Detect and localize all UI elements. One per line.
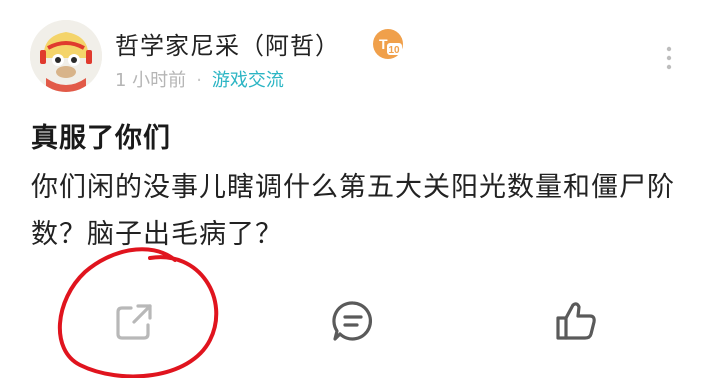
post-meta: 1 小时前 · 游戏交流 [115,66,284,92]
author-avatar[interactable] [30,20,102,92]
post-card: 哲学家尼采（阿哲） T 10 1 小时前 · 游戏交流 真服了你们 你们闲的没事儿瞎… [0,0,717,378]
comment-icon[interactable] [330,298,376,344]
share-icon[interactable] [112,298,158,344]
avatar-image [30,20,102,92]
thumbs-up-icon[interactable] [553,298,599,344]
author-name[interactable]: 哲学家尼采（阿哲） [115,26,340,61]
post-body: 你们闲的没事儿瞎调什么第五大关阳光数量和僵尸阶数？脑子出毛病了？ [31,172,675,250]
post-time: 1 小时前 [115,70,187,91]
post-category-link[interactable]: 游戏交流 [212,70,284,91]
svg-text:T: T [379,36,388,52]
post-title: 真服了你们 [31,123,171,154]
level-badge-icon: T 10 [373,29,403,59]
svg-text:10: 10 [389,45,401,56]
meta-separator: · [196,70,202,91]
more-options-icon[interactable] [663,45,675,71]
